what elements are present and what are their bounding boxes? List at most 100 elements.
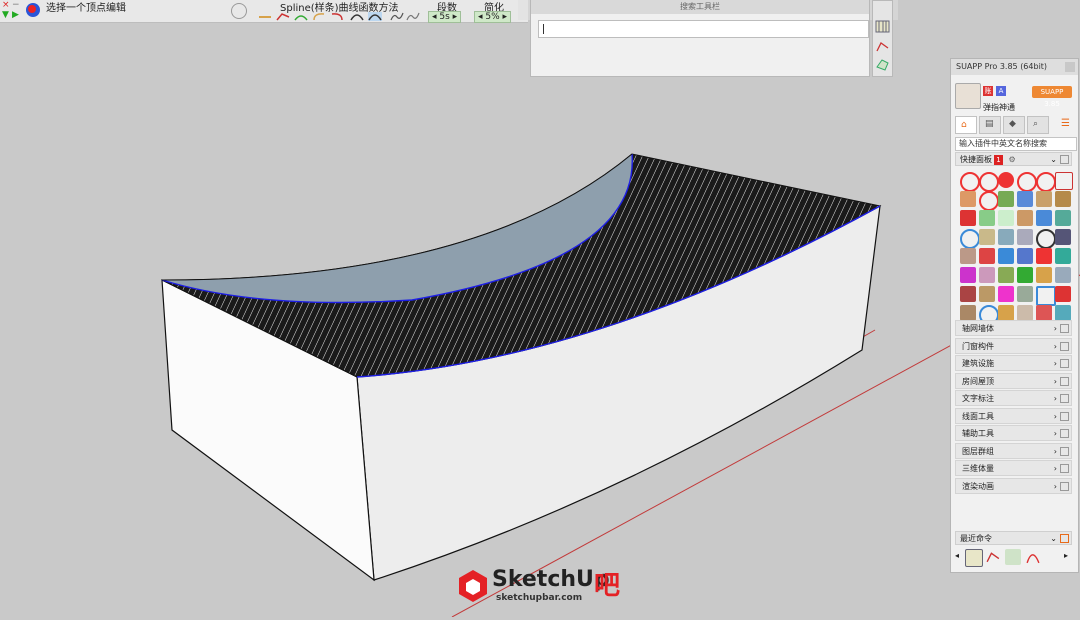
line-icon[interactable] xyxy=(258,12,272,21)
external-link-icon[interactable] xyxy=(1060,359,1069,368)
plugin-search-input[interactable]: 输入插件中英文名称搜索 xyxy=(955,137,1077,151)
plugin-icon[interactable] xyxy=(998,267,1014,283)
plugin-icon[interactable] xyxy=(998,172,1014,188)
panel-close-button[interactable] xyxy=(1065,62,1075,72)
plugin-icon[interactable] xyxy=(960,172,980,192)
vip-badge-b[interactable]: A xyxy=(996,86,1006,96)
external-link-icon[interactable] xyxy=(1060,155,1069,164)
refresh-icon[interactable] xyxy=(231,3,247,19)
s-curve-2-icon[interactable] xyxy=(406,12,420,21)
recent-commands-header[interactable]: 最近命令 ⌄ xyxy=(955,531,1072,545)
external-link-icon[interactable] xyxy=(1060,447,1069,456)
surface-icon[interactable] xyxy=(1005,549,1021,565)
plugin-icon[interactable] xyxy=(998,229,1014,245)
simplify-stepper[interactable]: ◂ 5% ▸ xyxy=(474,11,512,23)
plugin-icon[interactable] xyxy=(1017,210,1033,226)
segments-stepper[interactable]: ◂ 5s ▸ xyxy=(428,11,462,23)
bezier-icon[interactable] xyxy=(294,12,308,21)
close-icon[interactable]: × xyxy=(2,0,10,10)
plugin-icon[interactable] xyxy=(1036,210,1052,226)
spline-icon[interactable] xyxy=(350,12,364,21)
external-link-icon[interactable] xyxy=(1060,342,1069,351)
plugin-icon[interactable] xyxy=(998,191,1014,207)
plugin-icon[interactable] xyxy=(960,305,976,321)
quick-panel-header[interactable]: 快捷面板 1 ⚙ ⌄ xyxy=(955,152,1072,166)
plugin-icon[interactable] xyxy=(1017,172,1037,192)
plugin-icon[interactable] xyxy=(960,191,976,207)
plugin-icon[interactable] xyxy=(1036,229,1056,249)
curve-point-icon[interactable] xyxy=(875,39,890,54)
plugin-icon[interactable] xyxy=(998,305,1014,321)
category-row[interactable]: 轴网墙体 › xyxy=(955,320,1072,336)
external-link-icon[interactable] xyxy=(1060,464,1069,473)
mesh-tool-icon[interactable] xyxy=(875,19,890,34)
tab-paint[interactable]: ◆ xyxy=(1003,116,1025,134)
mesh-tool-icon[interactable] xyxy=(965,549,983,567)
plugin-icon[interactable] xyxy=(1055,191,1071,207)
external-link-icon[interactable] xyxy=(1060,412,1069,421)
polyline-icon[interactable] xyxy=(276,12,290,21)
plugin-icon[interactable] xyxy=(998,286,1014,302)
plugin-icon[interactable] xyxy=(960,229,980,249)
external-link-icon[interactable] xyxy=(1060,534,1069,543)
chevron-down-icon[interactable]: ⌄ xyxy=(1050,153,1057,167)
plugin-icon[interactable] xyxy=(1055,210,1071,226)
plugin-icon[interactable] xyxy=(1017,305,1033,321)
tab-home[interactable]: ⌂ xyxy=(955,116,977,134)
plugin-icon[interactable] xyxy=(1017,267,1033,283)
plugin-icon[interactable] xyxy=(1036,191,1052,207)
plugin-icon[interactable] xyxy=(960,210,976,226)
plugin-icon[interactable] xyxy=(960,267,976,283)
external-link-icon[interactable] xyxy=(1060,324,1069,333)
chevron-left-icon[interactable]: ◂ xyxy=(955,551,959,560)
category-row[interactable]: 线面工具 › xyxy=(955,408,1072,424)
external-link-icon[interactable] xyxy=(1060,429,1069,438)
external-link-icon[interactable] xyxy=(1060,394,1069,403)
spline-active-icon[interactable] xyxy=(368,12,382,21)
category-row[interactable]: 房间屋顶 › xyxy=(955,373,1072,389)
tab-list[interactable]: ▤ xyxy=(979,116,1001,134)
plugin-icon[interactable] xyxy=(979,229,995,245)
plugin-icon[interactable] xyxy=(1055,248,1071,264)
gear-icon[interactable]: ⚙ xyxy=(1009,155,1016,164)
vip-badge-a[interactable]: 账 xyxy=(983,86,993,96)
plugin-icon[interactable] xyxy=(1036,305,1052,321)
plugin-icon[interactable] xyxy=(979,248,995,264)
plugin-icon[interactable] xyxy=(1055,305,1071,321)
plugin-icon[interactable] xyxy=(1036,286,1056,306)
external-link-icon[interactable] xyxy=(1060,482,1069,491)
category-row[interactable]: 文字标注 › xyxy=(955,390,1072,406)
plugin-icon[interactable] xyxy=(960,286,976,302)
curve-point-icon[interactable] xyxy=(985,549,1001,565)
curve-red-icon[interactable] xyxy=(330,12,344,21)
arc-icon[interactable] xyxy=(312,12,326,21)
avatar[interactable] xyxy=(955,83,981,109)
plugin-icon[interactable] xyxy=(979,267,995,283)
plugin-icon[interactable] xyxy=(1036,172,1056,192)
external-link-icon[interactable] xyxy=(1060,377,1069,386)
model-viewport[interactable] xyxy=(0,0,1080,618)
model-canvas[interactable] xyxy=(0,0,1080,618)
plugin-icon[interactable] xyxy=(1036,267,1052,283)
plugin-icon[interactable] xyxy=(1036,248,1052,264)
plugin-icon[interactable] xyxy=(960,248,976,264)
tab-search[interactable]: ⌕ xyxy=(1027,116,1049,134)
plugin-icon[interactable] xyxy=(998,248,1014,264)
plugin-icon[interactable] xyxy=(1055,267,1071,283)
search-toolbar-input[interactable] xyxy=(538,20,869,38)
category-row[interactable]: 建筑设施 › xyxy=(955,355,1072,371)
plugin-icon[interactable] xyxy=(1055,286,1071,302)
category-row[interactable]: 三维体量 › xyxy=(955,460,1072,476)
plugin-icon[interactable] xyxy=(998,210,1014,226)
plugin-icon[interactable] xyxy=(1017,286,1033,302)
minimize-icon[interactable]: − xyxy=(12,0,20,10)
category-row[interactable]: 门窗构件 › xyxy=(955,338,1072,354)
category-row[interactable]: 辅助工具 › xyxy=(955,425,1072,441)
s-curve-icon[interactable] xyxy=(390,12,404,21)
arc-tool-icon[interactable] xyxy=(1025,549,1041,565)
surface-icon[interactable] xyxy=(875,57,890,72)
chevron-right-icon[interactable]: ▸ xyxy=(1064,551,1068,560)
menu-icon[interactable]: ☰ xyxy=(1061,118,1070,129)
category-row[interactable]: 图层群组 › xyxy=(955,443,1072,459)
version-badge[interactable]: SUAPP 3.85 xyxy=(1032,86,1072,108)
